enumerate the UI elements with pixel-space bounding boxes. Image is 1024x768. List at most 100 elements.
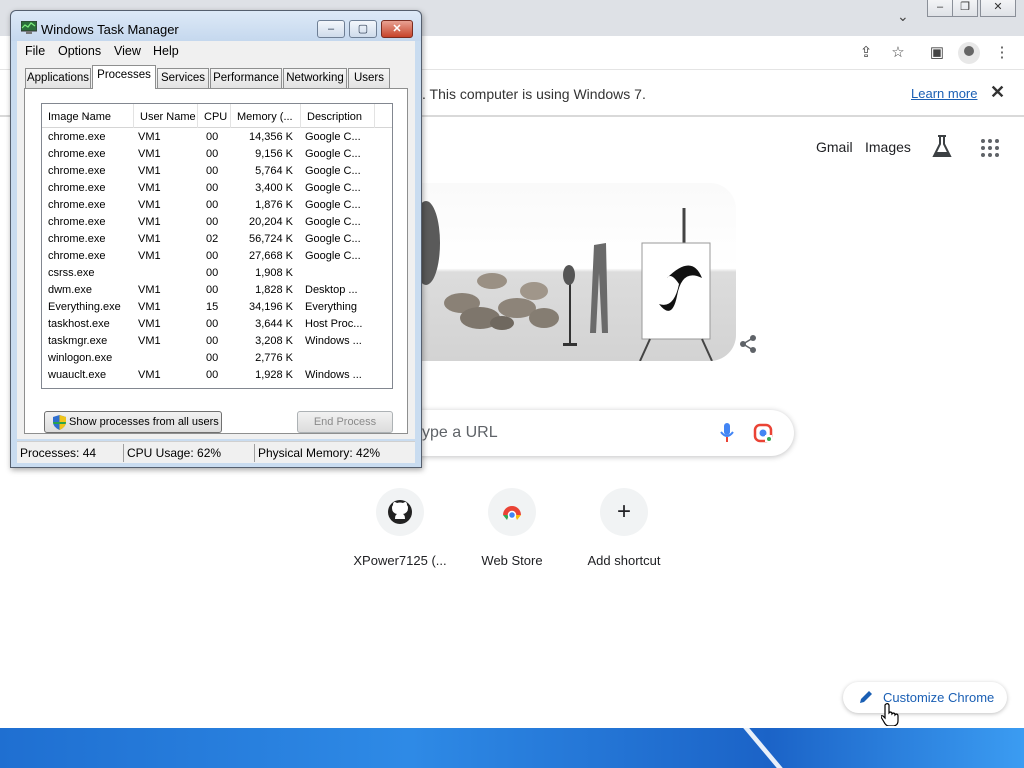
tab-search-chevron-icon[interactable]: ⌄ [897, 8, 909, 25]
process-name: csrss.exe [48, 267, 95, 279]
process-row[interactable]: csrss.exe 00 1,908 K [42, 265, 392, 282]
minimize-icon[interactable]: – [927, 0, 953, 17]
search-box[interactable]: ype a URL [408, 410, 794, 456]
google-lens-icon[interactable] [753, 423, 773, 443]
shortcut-xpower[interactable]: XPower7125 (... [344, 488, 456, 578]
infobar-message: . This computer is using Windows 7. [422, 86, 646, 102]
tab-networking[interactable]: Networking [283, 68, 347, 88]
process-name: chrome.exe [48, 131, 106, 143]
customize-chrome-button[interactable]: Customize Chrome [843, 682, 1007, 713]
profile-avatar-icon[interactable] [958, 42, 980, 64]
column-description[interactable]: Description [301, 104, 375, 128]
process-row[interactable]: chrome.exe VM1 00 14,356 K Google C... [42, 129, 392, 146]
process-mem: 27,668 K [248, 250, 293, 262]
tab-processes[interactable]: Processes [92, 65, 156, 89]
process-row[interactable]: chrome.exe VM1 00 27,668 K Google C... [42, 248, 392, 265]
column-memory[interactable]: Memory (... [231, 104, 301, 128]
process-row[interactable]: wuauclt.exe VM1 00 1,928 K Windows ... [42, 367, 392, 384]
shortcut-web-store[interactable]: Web Store [456, 488, 568, 578]
task-manager-titlebar[interactable]: Windows Task Manager – ▢ ✕ [11, 11, 421, 41]
share-doodle-icon[interactable] [738, 334, 758, 354]
column-cpu[interactable]: CPU [198, 104, 231, 128]
tm-minimize-icon[interactable]: – [317, 20, 345, 38]
tab-applications[interactable]: Applications [25, 68, 91, 88]
process-user: VM1 [138, 131, 161, 143]
process-row[interactable]: winlogon.exe 00 2,776 K [42, 350, 392, 367]
process-mem: 14,356 K [248, 131, 293, 143]
process-row[interactable]: dwm.exe VM1 00 1,828 K Desktop ... [42, 282, 392, 299]
process-user: VM1 [138, 148, 161, 160]
show-all-processes-button[interactable]: Show processes from all users [44, 411, 222, 433]
windows-taskbar [0, 728, 1024, 768]
process-row[interactable]: chrome.exe VM1 02 56,724 K Google C... [42, 231, 392, 248]
column-user-name[interactable]: User Name [134, 104, 198, 128]
process-desc: Google C... [305, 250, 361, 262]
process-row[interactable]: chrome.exe VM1 00 1,876 K Google C... [42, 197, 392, 214]
process-name: chrome.exe [48, 216, 106, 228]
process-desc: Google C... [305, 233, 361, 245]
labs-flask-icon[interactable] [931, 134, 953, 160]
share-page-icon[interactable]: ⇪ [857, 44, 875, 62]
process-row[interactable]: chrome.exe VM1 00 5,764 K Google C... [42, 163, 392, 180]
tm-close-icon[interactable]: ✕ [381, 20, 413, 38]
process-name: chrome.exe [48, 233, 106, 245]
menu-options[interactable]: Options [58, 44, 101, 58]
process-row[interactable]: Everything.exe VM1 15 34,196 K Everything [42, 299, 392, 316]
process-desc: Desktop ... [305, 284, 358, 296]
process-cpu: 00 [206, 284, 219, 296]
bookmark-star-icon[interactable]: ☆ [889, 44, 907, 62]
menu-file[interactable]: File [25, 44, 45, 58]
side-panel-icon[interactable]: ▣ [928, 44, 946, 62]
process-mem: 1,828 K [255, 284, 293, 296]
pencil-icon [860, 691, 872, 703]
process-desc: Google C... [305, 148, 361, 160]
process-row[interactable]: chrome.exe VM1 00 3,400 K Google C... [42, 180, 392, 197]
process-user: VM1 [138, 284, 161, 296]
column-image-name[interactable]: ▲ Image Name [42, 104, 134, 128]
tm-maximize-icon[interactable]: ▢ [349, 20, 377, 38]
process-name: chrome.exe [48, 182, 106, 194]
process-cpu: 00 [206, 250, 219, 262]
process-list[interactable]: ▲ Image Name User Name CPU Memory (... D… [41, 103, 393, 389]
learn-more-link[interactable]: Learn more [911, 86, 977, 101]
process-user: VM1 [138, 216, 161, 228]
process-user: VM1 [138, 250, 161, 262]
process-desc: Windows ... [305, 369, 362, 381]
google-doodle[interactable] [422, 183, 736, 361]
google-apps-icon[interactable] [981, 139, 999, 157]
end-process-button[interactable]: End Process [297, 411, 393, 433]
restore-icon[interactable]: ❐ [952, 0, 978, 17]
process-cpu: 02 [206, 233, 219, 245]
process-mem: 1,928 K [255, 369, 293, 381]
status-bar: Processes: 44 CPU Usage: 62% Physical Me… [17, 441, 415, 463]
process-mem: 34,196 K [248, 301, 293, 313]
tab-performance[interactable]: Performance [210, 68, 282, 88]
tab-users[interactable]: Users [348, 68, 390, 88]
close-window-icon[interactable]: ✕ [980, 0, 1016, 17]
add-shortcut-button[interactable]: + Add shortcut [568, 488, 680, 578]
gmail-link[interactable]: Gmail [816, 139, 853, 155]
process-user: VM1 [138, 301, 161, 313]
process-name: dwm.exe [48, 284, 93, 296]
github-icon [376, 488, 424, 536]
infobar-close-icon[interactable]: ✕ [990, 82, 1005, 103]
voice-search-icon[interactable] [720, 422, 734, 444]
status-physical-memory: Physical Memory: 42% [258, 446, 381, 460]
images-link[interactable]: Images [865, 139, 911, 155]
task-manager-window: Windows Task Manager – ▢ ✕ File Options … [10, 10, 422, 468]
process-row[interactable]: taskmgr.exe VM1 00 3,208 K Windows ... [42, 333, 392, 350]
process-user: VM1 [138, 199, 161, 211]
process-user: VM1 [138, 335, 161, 347]
process-row[interactable]: chrome.exe VM1 00 9,156 K Google C... [42, 146, 392, 163]
status-processes: Processes: 44 [20, 446, 97, 460]
process-desc: Everything [305, 301, 357, 313]
more-menu-icon[interactable]: ⋮ [993, 44, 1011, 62]
menu-help[interactable]: Help [153, 44, 179, 58]
process-mem: 20,204 K [248, 216, 293, 228]
process-mem: 3,400 K [255, 182, 293, 194]
process-row[interactable]: chrome.exe VM1 00 20,204 K Google C... [42, 214, 392, 231]
process-mem: 1,908 K [255, 267, 293, 279]
process-row[interactable]: taskhost.exe VM1 00 3,644 K Host Proc... [42, 316, 392, 333]
menu-view[interactable]: View [114, 44, 141, 58]
tab-services[interactable]: Services [157, 68, 209, 88]
